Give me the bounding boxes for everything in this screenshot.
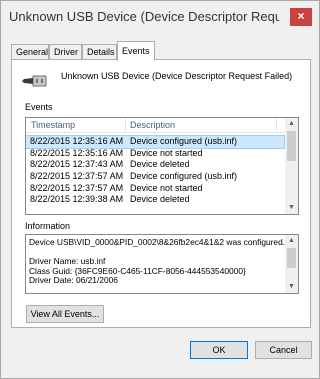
event-row[interactable]: 8/22/2015 12:37:43 AM Device deleted — [26, 159, 284, 171]
event-row[interactable]: 8/22/2015 12:35:16 AM Device configured … — [26, 135, 285, 149]
scroll-thumb[interactable] — [287, 131, 296, 161]
tab-driver[interactable]: Driver — [49, 44, 82, 60]
event-row[interactable]: 8/22/2015 12:39:38 AM Device deleted — [26, 194, 284, 206]
column-header-description[interactable]: Description — [130, 120, 175, 130]
cancel-button[interactable]: Cancel — [255, 341, 312, 359]
column-divider[interactable] — [276, 118, 277, 133]
tab-events[interactable]: Events — [117, 41, 155, 61]
event-description: Device deleted — [130, 159, 190, 170]
events-section-label: Events — [25, 102, 53, 112]
event-timestamp: 8/22/2015 12:37:43 AM — [30, 159, 124, 170]
event-row[interactable]: 8/22/2015 12:37:57 AM Device not started — [26, 183, 284, 195]
usb-connector-icon — [22, 75, 47, 87]
scroll-up-arrow-icon[interactable]: ▲ — [285, 118, 298, 130]
event-timestamp: 8/22/2015 12:37:57 AM — [30, 182, 124, 193]
title-bar[interactable]: Unknown USB Device (Device Descriptor Re… — [1, 1, 319, 33]
event-row[interactable]: 8/22/2015 12:37:57 AM Device configured … — [26, 171, 284, 183]
event-description: Device not started — [130, 147, 203, 158]
events-list-header: Timestamp Description — [26, 118, 284, 133]
event-row[interactable]: 8/22/2015 12:35:16 AM Device not started — [26, 148, 284, 160]
tab-general[interactable]: General — [11, 44, 49, 60]
tab-details[interactable]: Details — [82, 44, 117, 60]
information-line: Device USB\VID_0000&PID_0002\8&26fb2ec4&… — [29, 237, 286, 247]
scroll-down-arrow-icon[interactable]: ▼ — [285, 281, 298, 293]
event-timestamp: 8/22/2015 12:37:57 AM — [30, 171, 124, 182]
close-button[interactable]: × — [290, 8, 312, 26]
information-text: Device USB\VID_0000&PID_0002\8&26fb2ec4&… — [29, 237, 286, 286]
information-line: Driver Date: 06/21/2006 — [29, 275, 118, 285]
device-name: Unknown USB Device (Device Descriptor Re… — [61, 71, 293, 81]
information-text-box[interactable]: Device USB\VID_0000&PID_0002\8&26fb2ec4&… — [25, 234, 299, 294]
information-section-label: Information — [25, 221, 71, 231]
ok-button[interactable]: OK — [190, 341, 248, 359]
column-divider[interactable] — [125, 118, 126, 133]
information-scrollbar[interactable]: ▲ ▼ — [285, 235, 298, 293]
event-description: Device deleted — [130, 194, 190, 205]
event-description: Device not started — [130, 182, 203, 193]
window-title: Unknown USB Device (Device Descriptor Re… — [9, 9, 279, 24]
scroll-up-arrow-icon[interactable]: ▲ — [285, 235, 298, 247]
device-properties-dialog: Unknown USB Device (Device Descriptor Re… — [0, 0, 320, 379]
events-list[interactable]: Timestamp Description 8/22/2015 12:35:16… — [25, 117, 299, 215]
view-all-events-button[interactable]: View All Events... — [26, 305, 104, 323]
event-description: Device configured (usb.inf) — [130, 171, 238, 182]
tab-strip: General Driver Details Events — [11, 41, 311, 61]
event-description: Device configured (usb.inf) — [130, 136, 238, 146]
events-list-body: 8/22/2015 12:35:16 AM Device configured … — [26, 135, 285, 214]
event-timestamp: 8/22/2015 12:35:16 AM — [30, 147, 124, 158]
scroll-down-arrow-icon[interactable]: ▼ — [285, 202, 298, 214]
events-scrollbar[interactable]: ▲ ▼ — [285, 118, 298, 214]
event-timestamp: 8/22/2015 12:35:16 AM — [30, 136, 124, 146]
event-timestamp: 8/22/2015 12:39:38 AM — [30, 194, 124, 205]
column-header-timestamp[interactable]: Timestamp — [31, 120, 75, 130]
scroll-thumb[interactable] — [287, 248, 296, 268]
